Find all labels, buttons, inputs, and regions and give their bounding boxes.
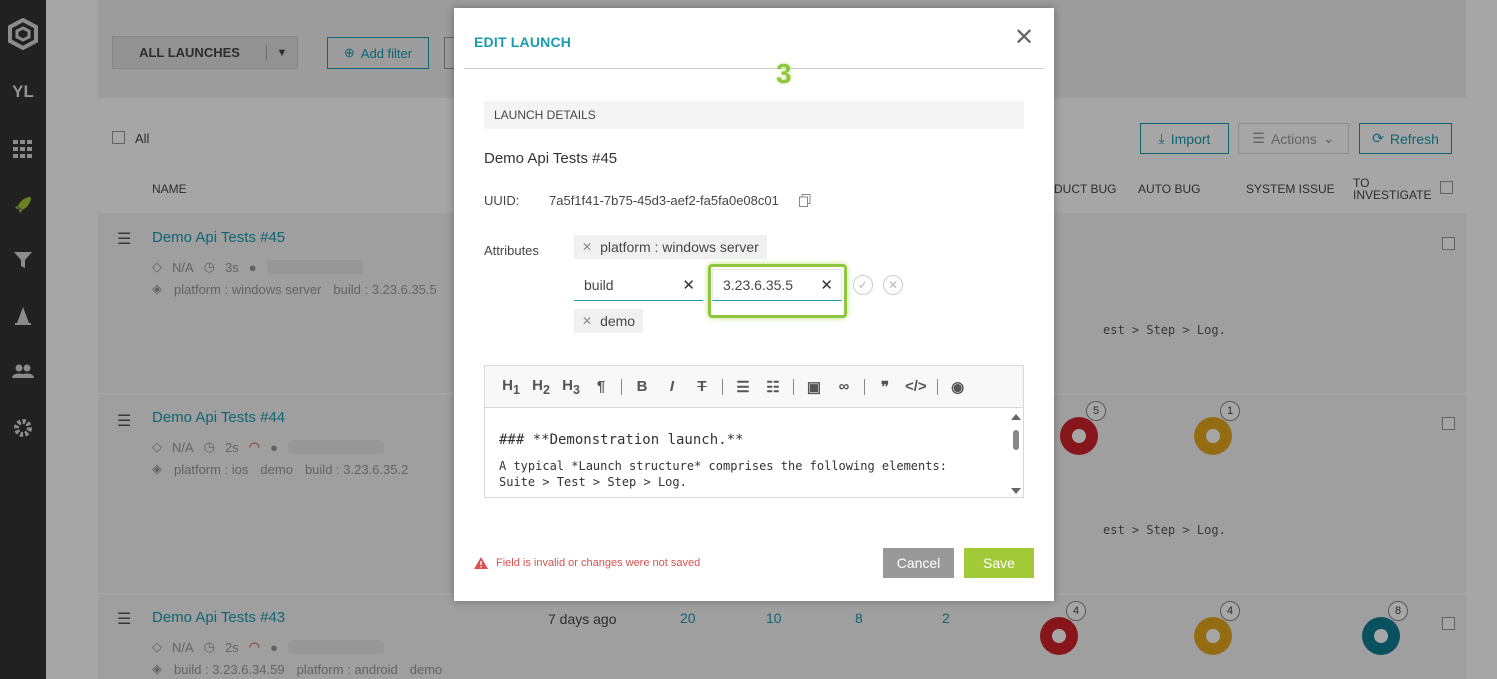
attribute-key-value: build: [584, 276, 614, 293]
editor-text-line: Suite > Test > Step > Log.: [499, 475, 687, 489]
toolbar-separator: [793, 378, 794, 395]
highlight-frame: [708, 264, 847, 318]
step-marker: 3: [776, 58, 792, 89]
bold-icon[interactable]: B: [632, 378, 652, 395]
modal-title: EDIT LAUNCH: [474, 34, 572, 50]
editor-content[interactable]: ### **Demonstration launch.** A typical …: [485, 408, 1023, 497]
attribute-chip-label: platform : windows server: [600, 239, 759, 255]
attributes-label: Attributes: [484, 243, 539, 258]
toolbar-separator: [864, 378, 865, 395]
italic-icon[interactable]: I: [662, 378, 682, 395]
validation-warning: Field is invalid or changes were not sav…: [474, 557, 700, 569]
image-icon[interactable]: ▣: [804, 378, 824, 396]
close-icon[interactable]: ✕: [1014, 26, 1034, 50]
cancel-button[interactable]: Cancel: [883, 548, 954, 578]
save-button[interactable]: Save: [964, 548, 1034, 578]
strikethrough-icon[interactable]: T: [692, 378, 712, 395]
editor-text-line: A typical *Launch structure* comprises t…: [499, 459, 947, 473]
description-editor[interactable]: H1 H2 H3 ¶ B I T ☰ ☷ ▣ ∞ ❞ </> ◉ ### **D…: [484, 365, 1024, 498]
toolbar-separator: [621, 378, 622, 395]
toolbar-separator: [722, 378, 723, 395]
code-icon[interactable]: </>: [905, 378, 927, 395]
cancel-circle-icon[interactable]: ✕: [883, 275, 903, 295]
heading1-icon[interactable]: H1: [501, 377, 521, 397]
launch-name: Demo Api Tests #45: [484, 150, 618, 167]
link-icon[interactable]: ∞: [834, 378, 854, 395]
toolbar-separator: [936, 378, 938, 395]
remove-attribute-icon[interactable]: ✕: [582, 314, 592, 328]
attribute-chip[interactable]: ✕ demo: [574, 309, 644, 333]
remove-attribute-icon[interactable]: ✕: [582, 240, 592, 254]
uuid-value: 7a5f1f41-7b75-45d3-aef2-fa5fa0e08c01: [549, 193, 779, 208]
clear-key-icon[interactable]: ✕: [682, 276, 695, 294]
attribute-key-input[interactable]: build ✕: [574, 269, 703, 301]
preview-eye-icon[interactable]: ◉: [948, 378, 968, 396]
editor-toolbar: H1 H2 H3 ¶ B I T ☰ ☷ ▣ ∞ ❞ </> ◉: [485, 366, 1023, 408]
bullet-list-icon[interactable]: ☰: [733, 378, 753, 396]
heading2-icon[interactable]: H2: [531, 377, 551, 397]
uuid-label: UUID:: [484, 193, 520, 208]
attribute-chip[interactable]: ✕ platform : windows server: [574, 235, 767, 259]
editor-scrollbar[interactable]: [1011, 414, 1021, 494]
launch-details-header: LAUNCH DETAILS: [484, 101, 1024, 129]
editor-heading-line: ### **Demonstration launch.**: [499, 432, 744, 448]
copy-icon[interactable]: [799, 194, 811, 207]
confirm-check-icon[interactable]: ✓: [853, 275, 873, 295]
paragraph-icon[interactable]: ¶: [591, 378, 611, 395]
edit-launch-modal: EDIT LAUNCH ✕ 3 LAUNCH DETAILS Demo Api …: [454, 8, 1054, 601]
modal-divider: [464, 68, 1044, 69]
warning-text: Field is invalid or changes were not sav…: [496, 557, 701, 569]
numbered-list-icon[interactable]: ☷: [763, 378, 783, 396]
quote-icon[interactable]: ❞: [875, 378, 895, 396]
warning-triangle-icon: [474, 557, 488, 569]
attribute-chip-label: demo: [600, 313, 636, 329]
heading3-icon[interactable]: H3: [561, 377, 581, 397]
